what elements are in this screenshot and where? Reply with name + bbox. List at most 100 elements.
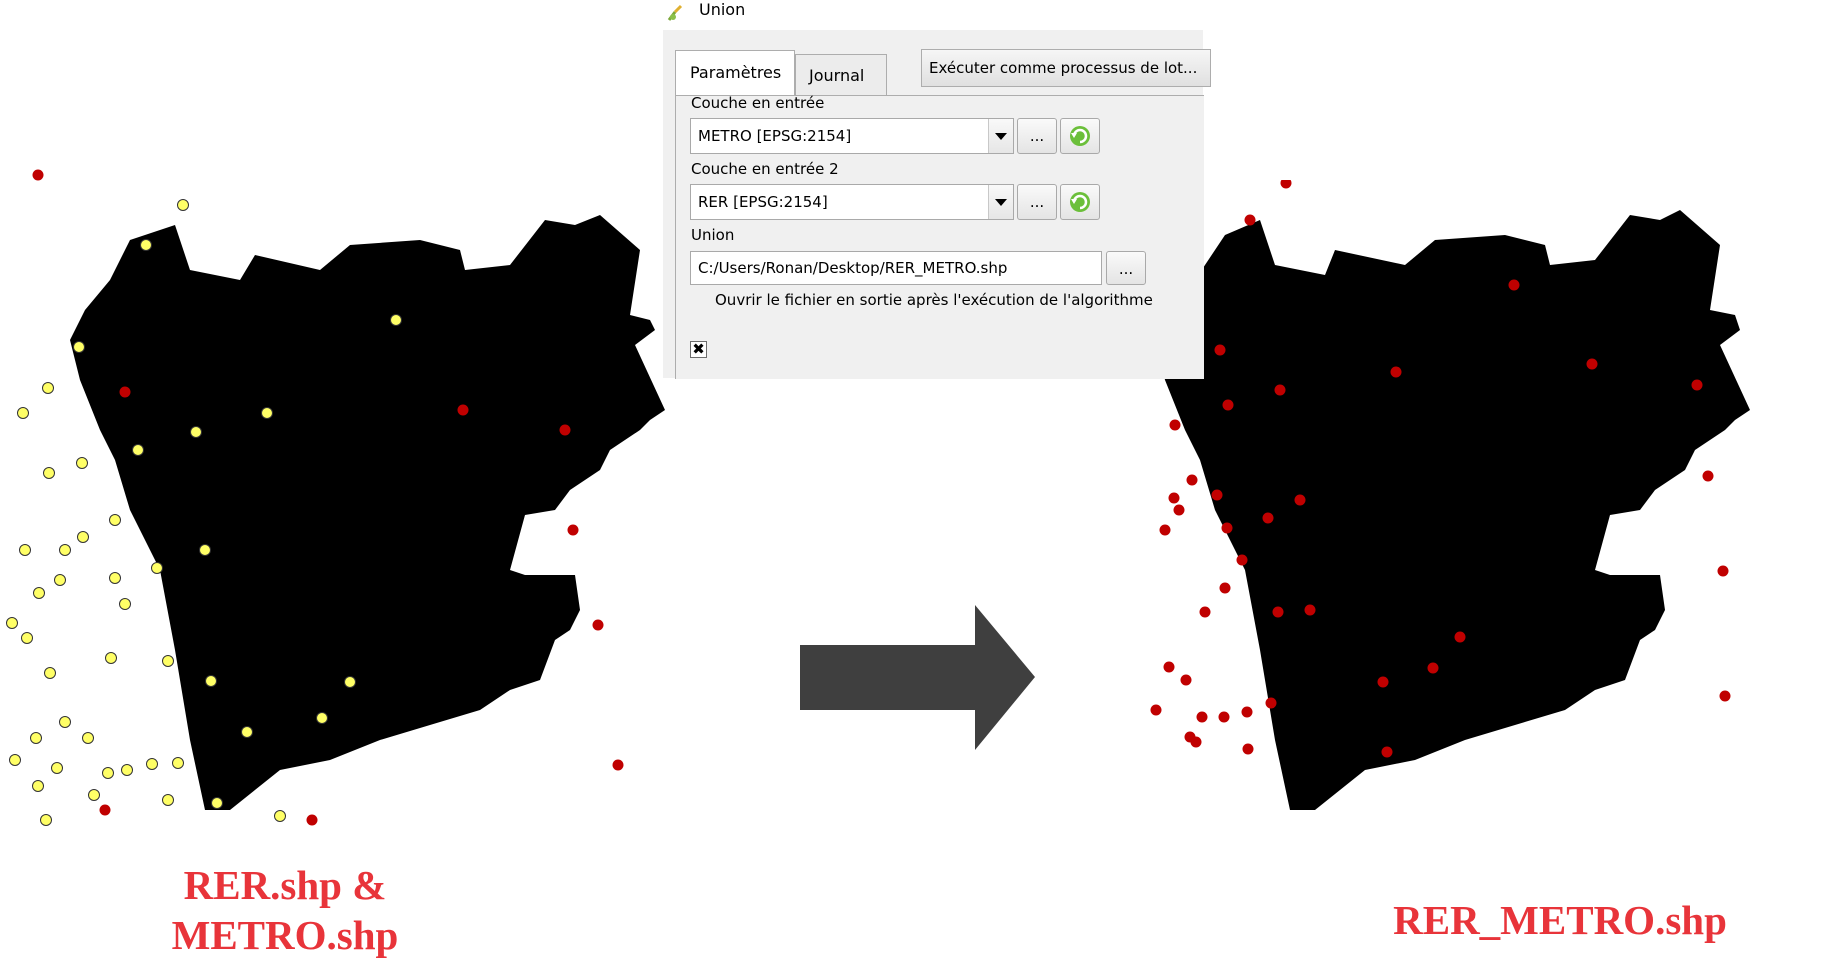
metro-point	[54, 574, 66, 586]
merged-point	[1265, 697, 1277, 709]
metro-point	[21, 632, 33, 644]
input-layer-2-iterate-button[interactable]	[1060, 184, 1100, 220]
rer-point	[567, 524, 579, 536]
merged-point	[1427, 662, 1439, 674]
metro-point	[9, 754, 21, 766]
metro-point	[105, 652, 117, 664]
merged-point	[1173, 504, 1185, 516]
tab-parametres[interactable]: Paramètres	[675, 50, 795, 96]
metro-point	[390, 314, 402, 326]
merged-point	[1244, 214, 1256, 226]
metro-point	[88, 789, 100, 801]
merged-point	[1274, 384, 1286, 396]
input-layer-select[interactable]: METRO [EPSG:2154]	[690, 118, 1014, 154]
metro-point	[30, 732, 42, 744]
merged-point	[1180, 674, 1192, 686]
rer-point	[559, 424, 571, 436]
rer-point	[99, 804, 111, 816]
metro-point	[77, 531, 89, 543]
metro-point	[199, 544, 211, 556]
rer-point	[306, 814, 318, 826]
merged-point	[1214, 344, 1226, 356]
metro-point	[205, 675, 217, 687]
input-layer-value: METRO [EPSG:2154]	[698, 127, 852, 145]
metro-point	[76, 457, 88, 469]
output-path-value: C:/Users/Ronan/Desktop/RER_METRO.shp	[698, 259, 1008, 277]
merged-point	[1508, 279, 1520, 291]
merged-point	[1222, 399, 1234, 411]
merged-point	[1272, 606, 1284, 618]
metro-point	[73, 341, 85, 353]
metro-point	[33, 587, 45, 599]
open-output-checkbox[interactable]: ✖	[690, 341, 707, 358]
merged-point	[1186, 474, 1198, 486]
chevron-down-icon[interactable]	[988, 119, 1013, 153]
left-caption-line-2: METRO.shp	[171, 912, 399, 958]
merged-point	[1241, 706, 1253, 718]
merged-point	[1163, 661, 1175, 673]
left-territory-polygon	[70, 215, 665, 810]
right-territory-polygon	[1155, 210, 1750, 810]
metro-point	[109, 514, 121, 526]
input-layer-2-browse-button[interactable]: ...	[1017, 184, 1057, 220]
metro-point	[40, 814, 52, 826]
merged-point	[1280, 180, 1292, 189]
metro-point	[119, 598, 131, 610]
metro-point	[44, 667, 56, 679]
run-batch-button-label: Exécuter comme processus de lot...	[929, 59, 1198, 77]
left-caption: RER.shp & METRO.shp	[130, 860, 440, 960]
output-label: Union	[691, 226, 735, 244]
run-batch-button[interactable]: Exécuter comme processus de lot...	[921, 49, 1211, 87]
metro-point	[121, 764, 133, 776]
metro-point	[17, 407, 29, 419]
merged-point	[1262, 512, 1274, 524]
metro-point	[211, 797, 223, 809]
merged-point	[1702, 470, 1714, 482]
metro-point	[6, 617, 18, 629]
merged-point	[1236, 554, 1248, 566]
metro-point	[146, 758, 158, 770]
metro-point	[274, 810, 286, 822]
input-layer-label: Couche en entrée	[691, 94, 825, 112]
output-browse-button[interactable]: ...	[1106, 251, 1146, 285]
metro-point	[132, 444, 144, 456]
metro-point	[151, 562, 163, 574]
left-map-canvas	[6, 169, 665, 826]
metro-point	[162, 655, 174, 667]
metro-point	[140, 239, 152, 251]
merged-point	[1719, 690, 1731, 702]
merged-point	[1199, 606, 1211, 618]
merged-point	[1381, 746, 1393, 758]
merged-point	[1219, 582, 1231, 594]
merged-point	[1294, 494, 1306, 506]
refresh-icon	[1070, 126, 1090, 146]
tab-journal[interactable]: Journal	[795, 54, 887, 96]
rer-point	[592, 619, 604, 631]
merged-point	[1159, 524, 1171, 536]
input-layer-browse-label: ...	[1029, 127, 1045, 145]
metro-point	[19, 544, 31, 556]
metro-point	[82, 732, 94, 744]
chevron-down-icon[interactable]	[988, 185, 1013, 219]
output-browse-label: ...	[1118, 260, 1134, 278]
metro-point	[43, 467, 55, 479]
merged-point	[1169, 419, 1181, 431]
metro-point	[190, 426, 202, 438]
merged-point	[1221, 522, 1233, 534]
input-layer-iterate-button[interactable]	[1060, 118, 1100, 154]
merged-point	[1717, 565, 1729, 577]
input-layer-browse-button[interactable]: ...	[1017, 118, 1057, 154]
input-layer-2-select[interactable]: RER [EPSG:2154]	[690, 184, 1014, 220]
output-path-input[interactable]: C:/Users/Ronan/Desktop/RER_METRO.shp	[690, 251, 1102, 285]
merged-point	[1304, 604, 1316, 616]
left-caption-line-1: RER.shp &	[183, 862, 387, 908]
metro-point	[59, 716, 71, 728]
metro-point	[32, 780, 44, 792]
arrow-shape	[800, 605, 1035, 750]
refresh-icon	[1070, 192, 1090, 212]
union-tool-icon	[667, 4, 683, 21]
union-dialog: Union Paramètres Journal Exécuter comme …	[663, 0, 1211, 379]
right-caption: RER_METRO.shp	[1393, 897, 1727, 943]
rer-point	[119, 386, 131, 398]
merged-point	[1377, 676, 1389, 688]
